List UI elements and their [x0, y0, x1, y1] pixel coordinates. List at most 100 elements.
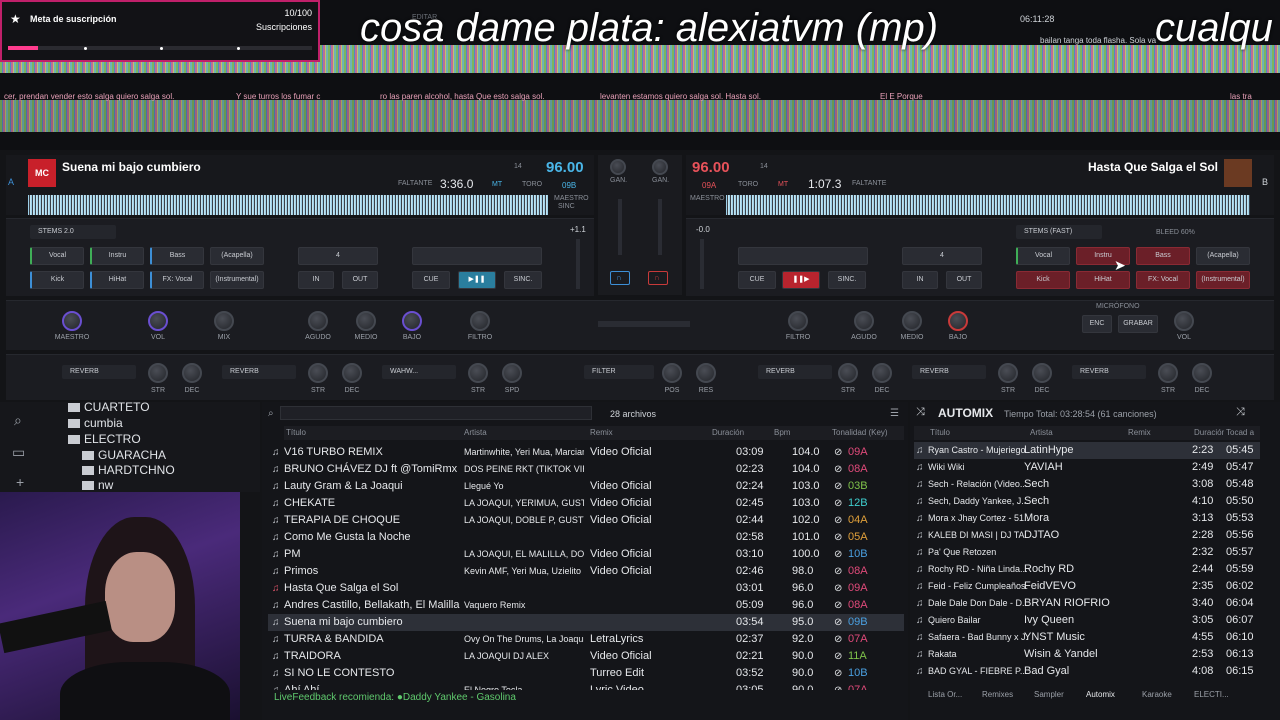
- stem-instru-a[interactable]: Instru: [90, 247, 144, 265]
- tab-remixes[interactable]: Remixes: [982, 690, 1013, 699]
- folder-item[interactable]: cumbia: [68, 416, 123, 430]
- loop-out-b[interactable]: OUT: [946, 271, 982, 289]
- automix-row[interactable]: ♫ Feid - Feliz Cumpleaños... FeidVEVO 2:35 0…: [914, 578, 1260, 595]
- table-row[interactable]: ♫ SI NO LE CONTESTO Turreo Edit 03:52 90.0 ⊘ 1…: [268, 665, 904, 682]
- automix-row[interactable]: ♫ Rakata Wisin & Yandel 2:53 06:13: [914, 646, 1260, 663]
- folder-item[interactable]: CUARTETO: [68, 400, 150, 414]
- mic-enc-button[interactable]: ENC: [1082, 315, 1112, 333]
- col-duration[interactable]: Duración: [712, 426, 744, 440]
- crossfader[interactable]: [598, 321, 690, 327]
- filter-a[interactable]: [470, 311, 490, 331]
- automix-row[interactable]: ♫ Safaera - Bad Bunny x J... YNST Music 4:5…: [914, 629, 1260, 646]
- headphone-b-button[interactable]: ∩: [648, 271, 668, 285]
- sync-button-a[interactable]: SINC.: [504, 271, 542, 289]
- stem-fx-vocal-a[interactable]: FX: Vocal: [150, 271, 204, 289]
- eq-low-b[interactable]: [948, 311, 968, 331]
- gain-knob-b[interactable]: [652, 159, 668, 175]
- fx-a3-spd[interactable]: [502, 363, 522, 383]
- browser-search-input[interactable]: [280, 406, 592, 420]
- loop-in-a[interactable]: IN: [298, 271, 334, 289]
- stem-acapella-b[interactable]: (Acapella): [1196, 247, 1250, 265]
- eq-high-a[interactable]: [308, 311, 328, 331]
- deck-a-waveform[interactable]: [28, 195, 548, 215]
- automix-row[interactable]: ♫ Quiero Bailar Ivy Queen 3:05 06:07: [914, 612, 1260, 629]
- pitch-slider-a[interactable]: [576, 239, 580, 289]
- shuffle-icon[interactable]: ⤨: [1236, 406, 1245, 419]
- fx-a2-str[interactable]: [308, 363, 328, 383]
- automix-row[interactable]: ♫ Rochy RD - Niña Linda... Rochy RD 2:44 05:…: [914, 561, 1260, 578]
- table-row[interactable]: ♫ Primos Kevin AMF, Yeri Mua, Uzielito M..…: [268, 563, 904, 580]
- tab-lista-orden[interactable]: Lista Or...: [928, 690, 962, 699]
- master-fx-slot[interactable]: FILTER: [584, 365, 654, 379]
- stem-bass-b[interactable]: Bass: [1136, 247, 1190, 265]
- stem-instrumental-b[interactable]: (Instrumental): [1196, 271, 1250, 289]
- record-button[interactable]: GRABAR: [1118, 315, 1158, 333]
- table-row[interactable]: ♫ Hasta Que Salga el Sol 03:01 96.0 ⊘ 09A: [268, 580, 904, 597]
- cue-button-a[interactable]: CUE: [412, 271, 450, 289]
- folder-item[interactable]: ELECTRO: [68, 432, 141, 446]
- eq-mid-a[interactable]: [356, 311, 376, 331]
- eq-high-b[interactable]: [854, 311, 874, 331]
- automix-row[interactable]: ♫ Ryan Castro - Mujeriego LatinHype 2:23 05:…: [914, 442, 1260, 459]
- automix-row[interactable]: ♫ KALEB DI MASI | DJ TA... DJTAO 2:28 05:56: [914, 527, 1260, 544]
- fx-a1-dec[interactable]: [182, 363, 202, 383]
- col-title[interactable]: Título: [286, 426, 306, 440]
- table-row[interactable]: ♫ TURRA & BANDIDA Ovy On The Drums, La Joa…: [268, 631, 904, 648]
- table-row[interactable]: ♫ Como Me Gusta la Noche 02:58 101.0 ⊘ 05A: [268, 529, 904, 546]
- stem-kick-a[interactable]: Kick: [30, 271, 84, 289]
- automix-col-artist[interactable]: Artista: [1030, 426, 1053, 440]
- folder-item[interactable]: HARDTCHNO: [82, 463, 175, 477]
- col-artist[interactable]: Artista: [464, 426, 487, 440]
- volume-fader-a[interactable]: [618, 199, 622, 255]
- fx-a1-str[interactable]: [148, 363, 168, 383]
- deck-a-transport-row[interactable]: [412, 247, 542, 265]
- fx-a2-dec[interactable]: [342, 363, 362, 383]
- deck-b-transport-row[interactable]: [738, 247, 868, 265]
- fx-b2-dec[interactable]: [1032, 363, 1052, 383]
- master-res-knob[interactable]: [696, 363, 716, 383]
- play-pause-button-a[interactable]: ▶❚❚: [458, 271, 496, 289]
- table-row[interactable]: ♫ Andres Castillo, Bellakath, El Malilla …: [268, 597, 904, 614]
- fx-slot-a2[interactable]: REVERB: [222, 365, 296, 379]
- table-row[interactable]: ♫ BRUNO CHÁVEZ DJ ft @TomiRmx DOS PEINE RK…: [268, 461, 904, 478]
- folder-item[interactable]: nw: [82, 478, 113, 492]
- deck-b-waveform[interactable]: [726, 195, 1250, 215]
- folder-item[interactable]: GUARACHA: [82, 448, 166, 462]
- fx-slot-a3[interactable]: WAHW...: [382, 365, 456, 379]
- stem-kick-b[interactable]: Kick: [1016, 271, 1070, 289]
- search-icon[interactable]: ⌕: [14, 412, 22, 429]
- fx-a3-str[interactable]: [468, 363, 488, 383]
- deck-b-bpm[interactable]: 96.00: [692, 159, 730, 176]
- table-row[interactable]: ♫ TERAPIA DE CHOQUE LA JOAQUI, DOBLE P, GU…: [268, 512, 904, 529]
- filter-b[interactable]: [788, 311, 808, 331]
- stem-acapella-a[interactable]: (Acapella): [210, 247, 264, 265]
- fx-slot-b2[interactable]: REVERB: [912, 365, 986, 379]
- col-remix[interactable]: Remix: [590, 426, 613, 440]
- automix-row[interactable]: ♫ Pa' Que Retozen 2:32 05:57: [914, 544, 1260, 561]
- table-row[interactable]: ♫ CHEKATE LA JOAQUI, YERIMUA, GUSTY... Vide…: [268, 495, 904, 512]
- pitch-slider-b[interactable]: [700, 239, 704, 289]
- fx-b3-str[interactable]: [1158, 363, 1178, 383]
- computer-icon[interactable]: ▭: [12, 444, 25, 461]
- tab-sampler[interactable]: Sampler: [1034, 690, 1064, 699]
- master-pos-knob[interactable]: [662, 363, 682, 383]
- automix-col-duration[interactable]: Duración: [1194, 426, 1224, 440]
- automix-col-title[interactable]: Título: [930, 426, 950, 440]
- stem-fx-vocal-b[interactable]: FX: Vocal: [1136, 271, 1190, 289]
- tab-karaoke[interactable]: Karaoke: [1142, 690, 1172, 699]
- stem-bass-a[interactable]: Bass: [150, 247, 204, 265]
- deck-a-stems-dropdown[interactable]: STEMS 2.0: [30, 225, 116, 239]
- tab-automix[interactable]: Automix: [1086, 690, 1115, 699]
- master-knob[interactable]: [62, 311, 82, 331]
- stem-vocal-b[interactable]: Vocal: [1016, 247, 1070, 265]
- headphone-a-button[interactable]: ∩: [610, 271, 630, 285]
- automix-row[interactable]: ♫ BAD GYAL - FIEBRE P... Bad Gyal 4:08 06:15: [914, 663, 1260, 680]
- eq-mid-b[interactable]: [902, 311, 922, 331]
- cue-button-b[interactable]: CUE: [738, 271, 776, 289]
- table-row[interactable]: ♫ Lauty Gram & La Joaqui Llegué Yo Video Of…: [268, 478, 904, 495]
- fx-b1-str[interactable]: [838, 363, 858, 383]
- loop-size-b[interactable]: 4: [902, 247, 982, 265]
- deck-a-bpm[interactable]: 96.00: [546, 159, 584, 176]
- play-pause-button-b[interactable]: ❚❚▶: [782, 271, 820, 289]
- col-bpm[interactable]: Bpm: [774, 426, 790, 440]
